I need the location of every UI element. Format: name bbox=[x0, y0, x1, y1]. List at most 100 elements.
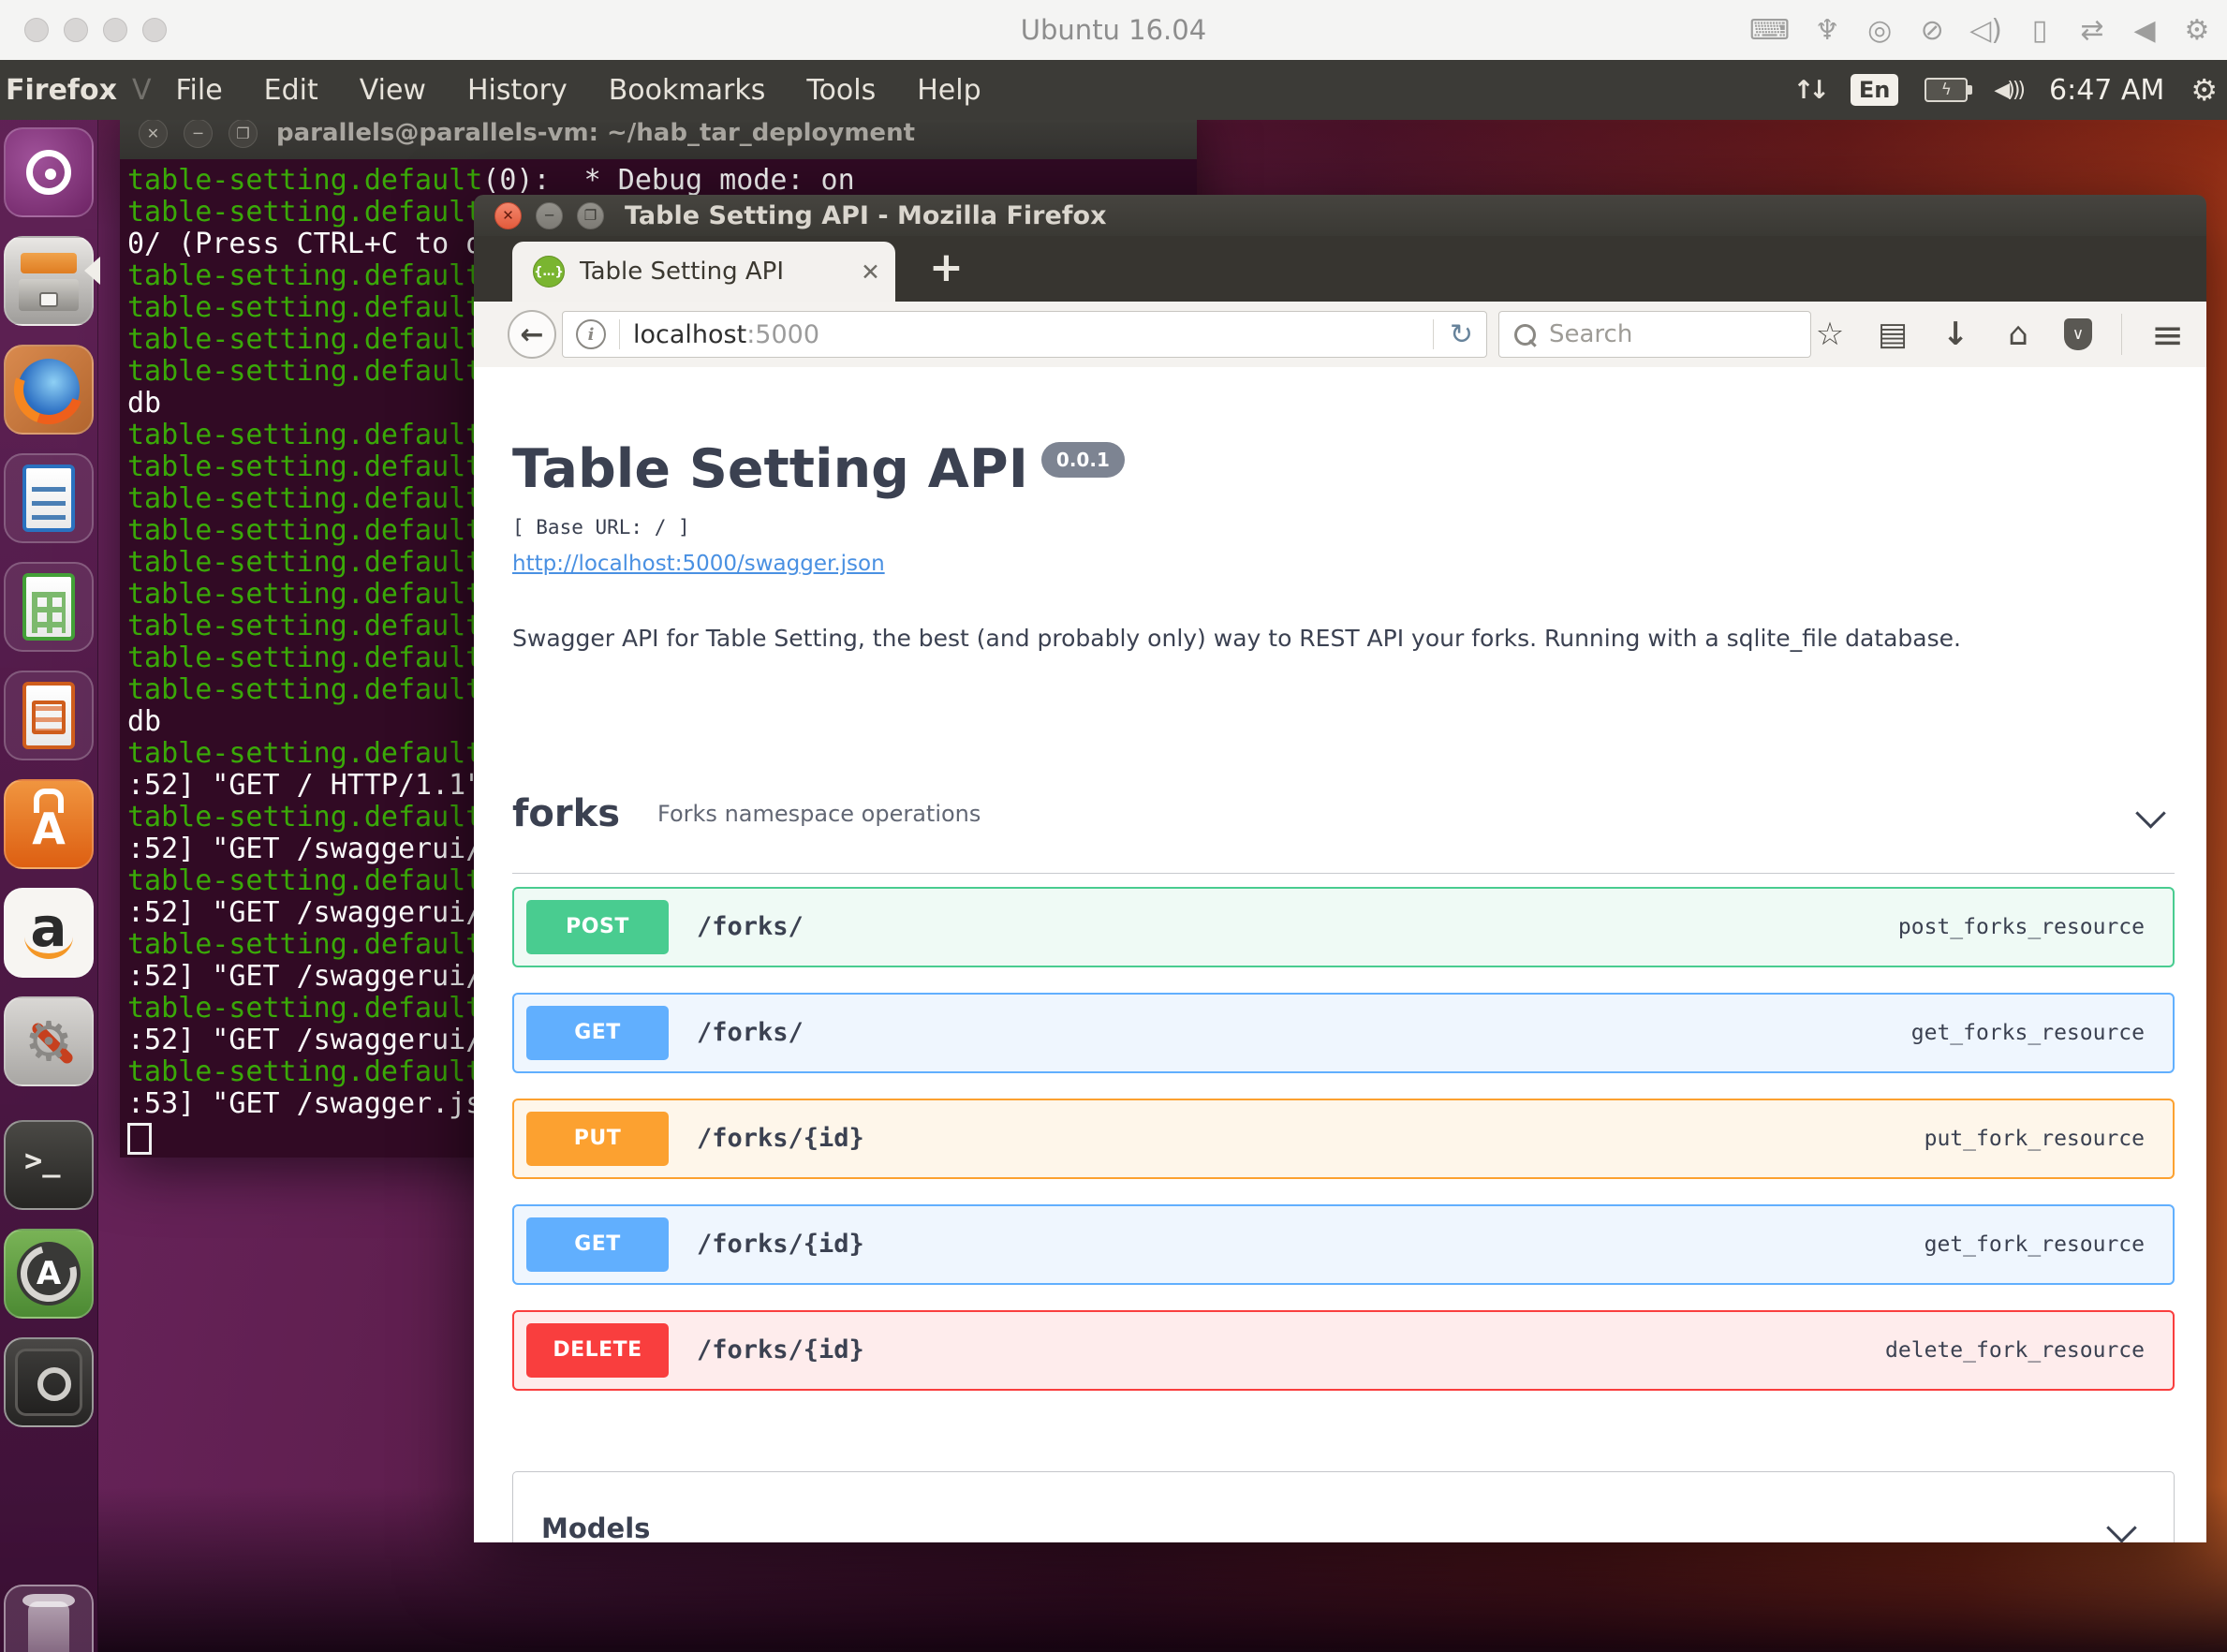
settings-gear-icon[interactable]: ⚙ bbox=[2182, 14, 2212, 47]
reading-list-icon[interactable]: ▤ bbox=[1876, 316, 1910, 353]
firefox-titlebar[interactable]: ✕ ─ ❐ Table Setting API - Mozilla Firefo… bbox=[474, 195, 2206, 236]
network-indicator-icon[interactable]: ↑↓ bbox=[1793, 76, 1824, 105]
method-badge: GET bbox=[526, 1217, 669, 1272]
pocket-icon[interactable]: ∨ bbox=[2064, 318, 2092, 350]
backups[interactable] bbox=[4, 1337, 94, 1427]
downloads-icon[interactable]: ↓ bbox=[1939, 316, 1972, 353]
network-disabled-icon[interactable]: ⊘ bbox=[1917, 14, 1947, 47]
maximize-button[interactable]: ❐ bbox=[577, 202, 604, 229]
navigation-toolbar: ← i localhost:5000 ↻ Search ☆ ▤ ↓ ⌂ ∨ ≡ bbox=[474, 302, 2206, 368]
tab-close-icon[interactable]: ✕ bbox=[861, 258, 880, 286]
software-center[interactable]: A bbox=[4, 779, 94, 869]
reload-divider bbox=[1433, 319, 1434, 349]
menu-item[interactable]: Bookmarks bbox=[609, 74, 766, 107]
focused-app-arrow-icon bbox=[84, 257, 100, 285]
libreoffice-impress[interactable] bbox=[4, 671, 94, 760]
minimize-button[interactable]: ─ bbox=[536, 202, 563, 229]
display-icon[interactable]: ▯ bbox=[2025, 14, 2055, 47]
minimize-button[interactable]: ─ bbox=[184, 119, 213, 148]
method-badge: PUT bbox=[526, 1112, 669, 1166]
section-name: forks bbox=[512, 792, 620, 835]
endpoint-path: /forks/{id} bbox=[697, 1124, 864, 1153]
api-title: Table Setting API bbox=[512, 440, 1028, 499]
tab-table-setting-api[interactable]: {…} Table Setting API ✕ bbox=[512, 242, 895, 302]
home-icon[interactable]: ⌂ bbox=[2001, 316, 2035, 353]
maximize-button[interactable]: ❐ bbox=[229, 119, 258, 148]
firefox[interactable] bbox=[4, 345, 94, 435]
url-text[interactable]: localhost:5000 bbox=[633, 320, 819, 349]
terminal-window-buttons: ✕ ─ ❐ bbox=[139, 119, 258, 148]
operation-id: delete_fork_resource bbox=[1885, 1338, 2145, 1363]
chevron-down-icon[interactable] bbox=[2106, 1512, 2137, 1542]
firefox-window-buttons: ✕ ─ ❐ bbox=[494, 202, 604, 229]
keyboard-layout-indicator[interactable]: En bbox=[1851, 74, 1898, 106]
clock[interactable]: 6:47 AM bbox=[2049, 74, 2164, 107]
models-section-header[interactable]: Models bbox=[512, 1471, 2175, 1542]
volume-icon[interactable]: ◁) bbox=[1969, 14, 2002, 47]
endpoint-row[interactable]: POST /forks/ post_forks_resource bbox=[512, 887, 2175, 967]
battery-icon[interactable]: ϟ bbox=[1925, 78, 1968, 102]
back-button[interactable]: ← bbox=[508, 310, 556, 359]
method-badge: DELETE bbox=[526, 1323, 669, 1378]
software-updater[interactable]: A bbox=[4, 1229, 94, 1319]
toolbar-divider bbox=[2121, 314, 2122, 355]
menu-item[interactable]: View bbox=[360, 74, 426, 107]
tab-title: Table Setting API bbox=[580, 258, 784, 286]
swagger-json-link[interactable]: http://localhost:5000/swagger.json bbox=[512, 552, 885, 576]
section-description: Forks namespace operations bbox=[657, 801, 981, 827]
endpoint-row[interactable]: PUT /forks/{id} put_fork_resource bbox=[512, 1099, 2175, 1179]
dash-home[interactable] bbox=[4, 127, 94, 217]
firefox-window-title: Table Setting API - Mozilla Firefox bbox=[625, 201, 1107, 230]
new-tab-button[interactable]: + bbox=[929, 243, 964, 291]
volume-icon[interactable]: ◀))) bbox=[1994, 79, 2023, 102]
app-menus: File Edit View History Bookmarks Tools Help bbox=[175, 74, 981, 107]
endpoint-row[interactable]: DELETE /forks/{id} delete_fork_resource bbox=[512, 1310, 2175, 1391]
bookmark-star-icon[interactable]: ☆ bbox=[1813, 316, 1847, 353]
menu-item[interactable]: Edit bbox=[264, 74, 318, 107]
endpoint-row[interactable]: GET /forks/ get_forks_resource bbox=[512, 993, 2175, 1073]
app-menu-title[interactable]: Firefox bbox=[6, 74, 117, 107]
reload-icon[interactable]: ↻ bbox=[1450, 318, 1473, 351]
api-version-badge: 0.0.1 bbox=[1041, 442, 1125, 478]
usb-icon[interactable]: ♆ bbox=[1812, 14, 1842, 47]
battery-bolt-icon: ϟ bbox=[1941, 81, 1952, 99]
site-info-icon[interactable]: i bbox=[576, 319, 606, 349]
libreoffice-writer[interactable] bbox=[4, 453, 94, 543]
url-divider bbox=[619, 319, 620, 349]
terminal-cursor bbox=[127, 1123, 152, 1155]
operation-id: post_forks_resource bbox=[1898, 915, 2145, 939]
trash[interactable] bbox=[4, 1585, 94, 1652]
browser-content: Table Setting API 0.0.1 [ Base URL: / ] … bbox=[474, 367, 2206, 1542]
url-bar[interactable]: i localhost:5000 ↻ bbox=[562, 311, 1487, 358]
libreoffice-calc[interactable] bbox=[4, 562, 94, 652]
menu-item[interactable]: Tools bbox=[806, 74, 876, 107]
forks-section-header[interactable]: forks Forks namespace operations bbox=[512, 792, 2175, 874]
files[interactable] bbox=[4, 236, 94, 326]
global-menu-bar: Firefox V File Edit View History Bookmarks To… bbox=[0, 60, 2227, 120]
close-button[interactable]: ✕ bbox=[494, 202, 522, 229]
back-icon[interactable]: ◀ bbox=[2130, 14, 2160, 47]
amazon[interactable]: a bbox=[4, 888, 94, 978]
terminal-app[interactable]: >_ bbox=[4, 1120, 94, 1210]
app-menu-ghost: V bbox=[132, 74, 152, 107]
menu-item[interactable]: File bbox=[175, 74, 222, 107]
chevron-down-icon[interactable] bbox=[2135, 798, 2166, 829]
unity-launcher: A a ⚙ >_ A bbox=[0, 120, 98, 1652]
close-button[interactable]: ✕ bbox=[139, 119, 168, 148]
cd-icon[interactable]: ◎ bbox=[1865, 14, 1895, 47]
host-menu-bar: Ubuntu 16.04 ⌨♆◎⊘◁)▯⇄◀⚙ bbox=[0, 0, 2227, 61]
endpoint-row[interactable]: GET /forks/{id} get_fork_resource bbox=[512, 1204, 2175, 1285]
terminal-line: table-setting.default(0): * Debug mode: … bbox=[127, 165, 1197, 197]
system-settings[interactable]: ⚙ bbox=[4, 996, 94, 1086]
menu-item[interactable]: History bbox=[467, 74, 568, 107]
session-gear-icon[interactable]: ⚙ bbox=[2190, 72, 2218, 108]
operation-id: get_forks_resource bbox=[1911, 1021, 2145, 1045]
keyboard-icon[interactable]: ⌨ bbox=[1749, 14, 1790, 47]
status-indicators: ↑↓ En ϟ ◀))) 6:47 AM ⚙ bbox=[1793, 60, 2218, 120]
hamburger-menu-icon[interactable]: ≡ bbox=[2151, 312, 2184, 358]
endpoint-path: /forks/{id} bbox=[697, 1335, 864, 1364]
method-badge: GET bbox=[526, 1006, 669, 1060]
shared-folder-icon[interactable]: ⇄ bbox=[2077, 14, 2107, 47]
menu-item[interactable]: Help bbox=[917, 74, 981, 107]
search-input[interactable]: Search bbox=[1498, 311, 1811, 358]
